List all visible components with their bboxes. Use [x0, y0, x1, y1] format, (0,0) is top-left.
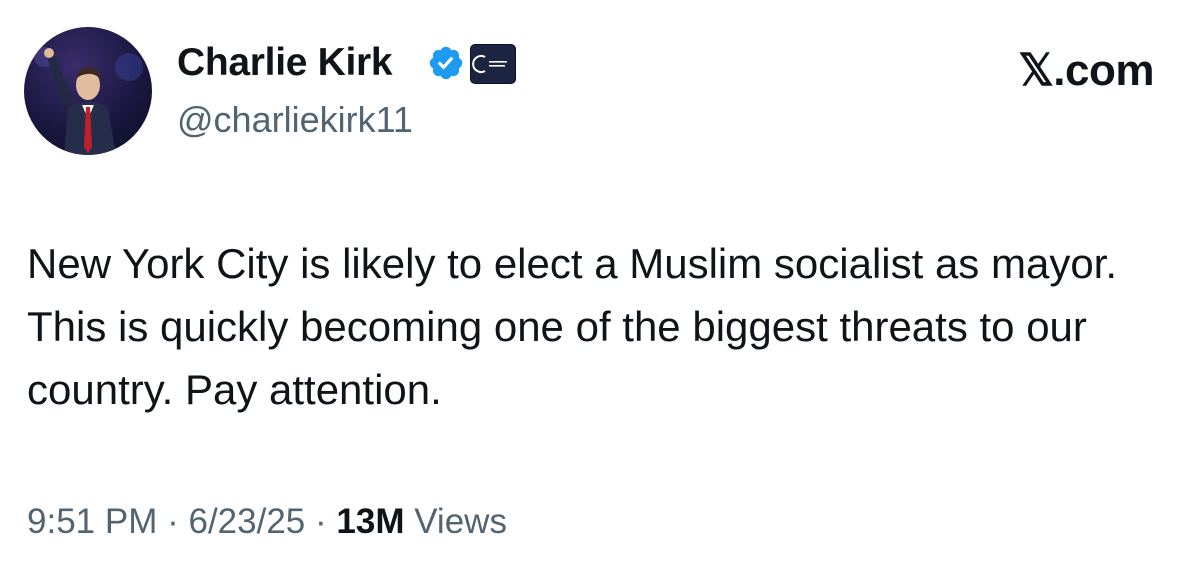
meta-separator: ·	[315, 502, 327, 541]
site-label: 𝕏.com	[1018, 46, 1154, 95]
verified-badge-icon	[429, 46, 463, 80]
tweet-time[interactable]: 9:51 PM	[27, 502, 157, 541]
avatar[interactable]	[24, 27, 152, 155]
tweet-text: New York City is likely to elect a Musli…	[27, 240, 1118, 413]
affiliate-logo-icon[interactable]	[470, 44, 516, 84]
views-count[interactable]: 13M	[336, 502, 404, 541]
avatar-image	[34, 47, 143, 155]
tweet-date[interactable]: 6/23/25	[188, 502, 305, 541]
meta-separator: ·	[167, 502, 179, 541]
author-display-name[interactable]: Charlie Kirk	[177, 38, 393, 88]
tweet-meta: 9:51 PM · 6/23/25 · 13M Views	[27, 500, 507, 544]
views-label: Views	[414, 502, 507, 541]
author-handle[interactable]: @charliekirk11	[177, 97, 413, 143]
